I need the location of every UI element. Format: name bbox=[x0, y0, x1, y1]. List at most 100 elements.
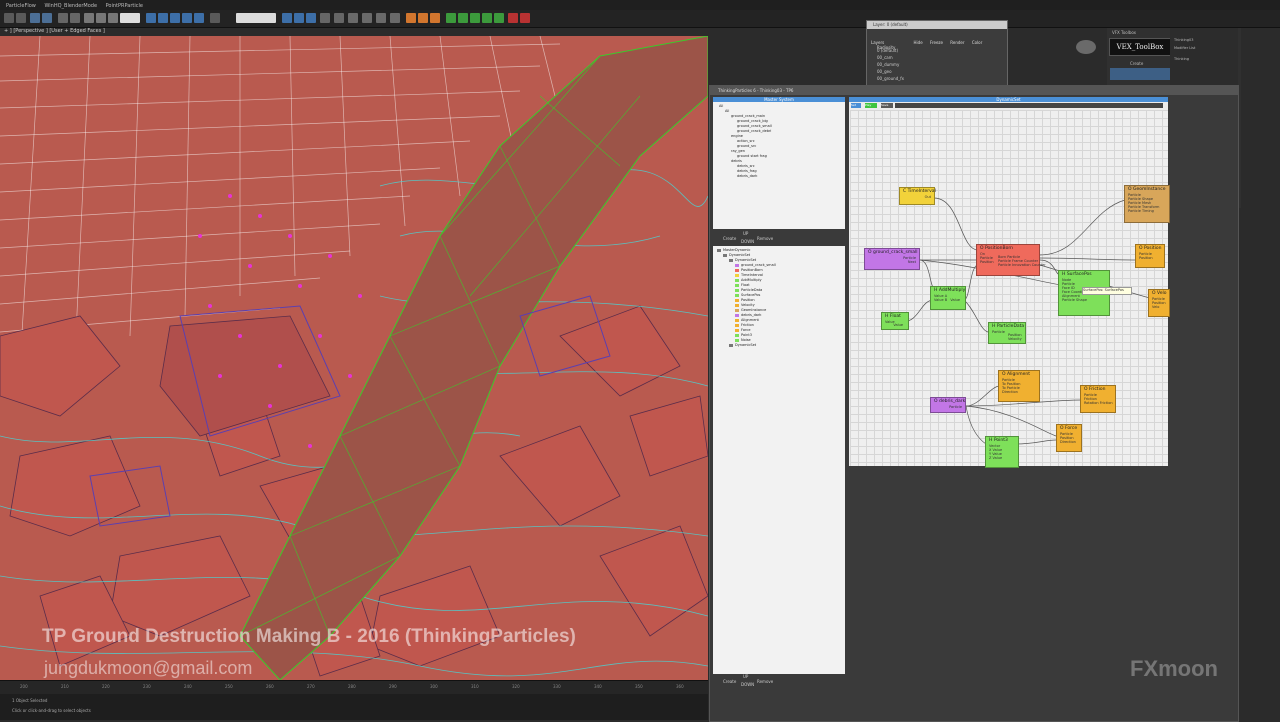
master-system-panel[interactable]: Master System All All ground_crack_main … bbox=[713, 97, 845, 229]
particle-data-node[interactable]: H ParticleData Particle Position Velocit… bbox=[988, 322, 1026, 344]
down-button[interactable]: DOWN bbox=[741, 239, 754, 244]
tree-item[interactable]: ground_crack_big bbox=[737, 119, 768, 123]
tree-item[interactable]: Point3 bbox=[735, 333, 752, 337]
render-setup-icon[interactable] bbox=[362, 13, 372, 23]
tree-item[interactable]: AddMultiply bbox=[735, 278, 762, 282]
modifier-stack-item[interactable]: Thinking bbox=[1174, 57, 1189, 61]
snap-icon[interactable] bbox=[158, 13, 168, 23]
render-icon[interactable] bbox=[390, 13, 400, 23]
tree-item[interactable]: debris_frag bbox=[737, 169, 757, 173]
time-interval-node[interactable]: C TimeInterval Out bbox=[899, 187, 936, 205]
object-name-field[interactable]: Thinking03 bbox=[1174, 38, 1193, 42]
curve-editor-icon[interactable] bbox=[320, 13, 330, 23]
tree-item[interactable]: debris_src bbox=[737, 164, 755, 168]
percent-snap-icon[interactable] bbox=[182, 13, 192, 23]
teapot-icon[interactable] bbox=[430, 13, 440, 23]
reference-dropdown[interactable] bbox=[120, 13, 140, 23]
perspective-viewport[interactable] bbox=[0, 36, 708, 680]
align-icon[interactable] bbox=[294, 13, 304, 23]
layer-row[interactable]: 00_ground_fx bbox=[877, 76, 904, 81]
move-icon[interactable] bbox=[84, 13, 94, 23]
layer-manager-window[interactable]: Layer: 0 (default) Layers Hide Freeze Re… bbox=[866, 20, 1008, 92]
tree-item[interactable]: action_src bbox=[737, 139, 755, 143]
viewport-label[interactable]: + ] [Perspective ] [User + Edged Faces ] bbox=[4, 28, 105, 34]
remove-button[interactable]: Remove bbox=[757, 679, 773, 684]
alignment-node[interactable]: O Alignment Particle To Position To Part… bbox=[998, 370, 1040, 402]
redo-icon[interactable] bbox=[16, 13, 26, 23]
spinner-snap-icon[interactable] bbox=[194, 13, 204, 23]
tree-item[interactable]: ground start frag bbox=[737, 154, 767, 158]
tree-item[interactable]: Alignment bbox=[735, 318, 759, 322]
tool-icon[interactable] bbox=[470, 13, 480, 23]
tree-item[interactable]: DynamicSet bbox=[729, 258, 756, 262]
dynamic-set-tree[interactable]: MasterDynamic DynamicSet DynamicSet grou… bbox=[713, 246, 845, 674]
force-node[interactable]: O Force Particle Position Direction bbox=[1056, 424, 1082, 452]
tree-item[interactable]: debris bbox=[731, 159, 742, 163]
tree-item[interactable]: ground_crack_small bbox=[735, 263, 776, 267]
create-button[interactable]: Create bbox=[723, 679, 736, 684]
tree-item[interactable]: MasterDynamic bbox=[717, 248, 750, 252]
scale-icon[interactable] bbox=[108, 13, 118, 23]
angle-snap-icon[interactable] bbox=[170, 13, 180, 23]
tree-item[interactable]: DynamicSet bbox=[729, 343, 756, 347]
timeline[interactable]: 200 210 220 230 240 250 260 270 280 290 … bbox=[0, 680, 708, 695]
tree-item[interactable]: TimeInterval bbox=[735, 273, 763, 277]
select-icon[interactable] bbox=[58, 13, 68, 23]
tool-icon[interactable] bbox=[508, 13, 518, 23]
tree-item[interactable]: ground_src bbox=[737, 144, 756, 148]
float-node[interactable]: H Float Value Value bbox=[881, 312, 909, 330]
modifier-list-dropdown[interactable]: Modifier List bbox=[1174, 46, 1195, 50]
tree-item[interactable]: ground_crack_main bbox=[731, 114, 765, 118]
tool-icon[interactable] bbox=[520, 13, 530, 23]
tree-item[interactable]: GeomInstance bbox=[735, 308, 766, 312]
material-editor-icon[interactable] bbox=[348, 13, 358, 23]
layer-row[interactable]: 0 (default) bbox=[877, 48, 898, 53]
remove-button[interactable]: Remove bbox=[757, 236, 773, 241]
tree-item[interactable]: Velocity bbox=[735, 303, 755, 307]
layer-row[interactable]: 00_dummy bbox=[877, 62, 899, 67]
up-button[interactable]: UP bbox=[743, 231, 748, 236]
link-icon[interactable] bbox=[30, 13, 40, 23]
teapot-icon[interactable] bbox=[406, 13, 416, 23]
tree-item[interactable]: ray_gen bbox=[731, 149, 745, 153]
down-button[interactable]: DOWN bbox=[741, 682, 754, 687]
vex-toolbox-logo[interactable]: VEX_ToolBox bbox=[1109, 38, 1171, 56]
tree-item[interactable]: PositionBorn bbox=[735, 268, 763, 272]
velocity-node[interactable]: O Velo Particle Position Velo bbox=[1148, 289, 1170, 317]
add-multiply-node[interactable]: H AddMultiply Value A Value B Value bbox=[930, 286, 966, 310]
position-node[interactable]: O Position Particle Position bbox=[1135, 244, 1165, 268]
tool-icon[interactable] bbox=[458, 13, 468, 23]
named-selection-dropdown[interactable] bbox=[236, 13, 276, 23]
layer-icon[interactable] bbox=[306, 13, 316, 23]
edit-named-sets-icon[interactable] bbox=[210, 13, 220, 23]
mirror-icon[interactable] bbox=[282, 13, 292, 23]
select-region-icon[interactable] bbox=[70, 13, 80, 23]
point3-node[interactable]: H Point3 Vector X Value Y Value Z Value bbox=[985, 436, 1019, 468]
tree-item[interactable]: Position bbox=[735, 298, 755, 302]
rendered-frame-icon[interactable] bbox=[376, 13, 386, 23]
layer-row[interactable]: 00_cam bbox=[877, 55, 893, 60]
tree-item[interactable]: Friction bbox=[735, 323, 754, 327]
tree-item[interactable]: Float bbox=[735, 283, 750, 287]
layer-row[interactable]: 00_geo bbox=[877, 69, 892, 74]
ground-crack-small-node[interactable]: O ground_crack_small Particle Next bbox=[864, 248, 920, 270]
toolbox-icons[interactable] bbox=[1110, 68, 1172, 80]
tree-item[interactable]: debris_dark bbox=[737, 174, 757, 178]
debris-dark-node[interactable]: O debris_dark Particle bbox=[930, 397, 966, 413]
unlink-icon[interactable] bbox=[42, 13, 52, 23]
tree-item[interactable]: Force bbox=[735, 328, 750, 332]
save-tab[interactable]: Save bbox=[881, 103, 893, 108]
tree-item[interactable]: ground_crack_debri bbox=[737, 129, 771, 133]
up-button[interactable]: UP bbox=[743, 674, 748, 679]
set-tab[interactable]: Set bbox=[851, 103, 861, 108]
tree-item[interactable]: SurfacePos bbox=[735, 293, 760, 297]
friction-node[interactable]: O Friction Particle Friction Rotation Fr… bbox=[1080, 385, 1116, 413]
geom-instance-node[interactable]: O GeomInstance Particle Particle Shape P… bbox=[1124, 185, 1170, 223]
tree-item[interactable]: All bbox=[725, 109, 729, 113]
teapot-icon[interactable] bbox=[418, 13, 428, 23]
tree-item[interactable]: All bbox=[719, 104, 723, 108]
tool-icon[interactable] bbox=[446, 13, 456, 23]
schematic-icon[interactable] bbox=[334, 13, 344, 23]
tree-item[interactable]: DynamicSet bbox=[723, 253, 750, 257]
tree-item[interactable]: engine bbox=[731, 134, 743, 138]
